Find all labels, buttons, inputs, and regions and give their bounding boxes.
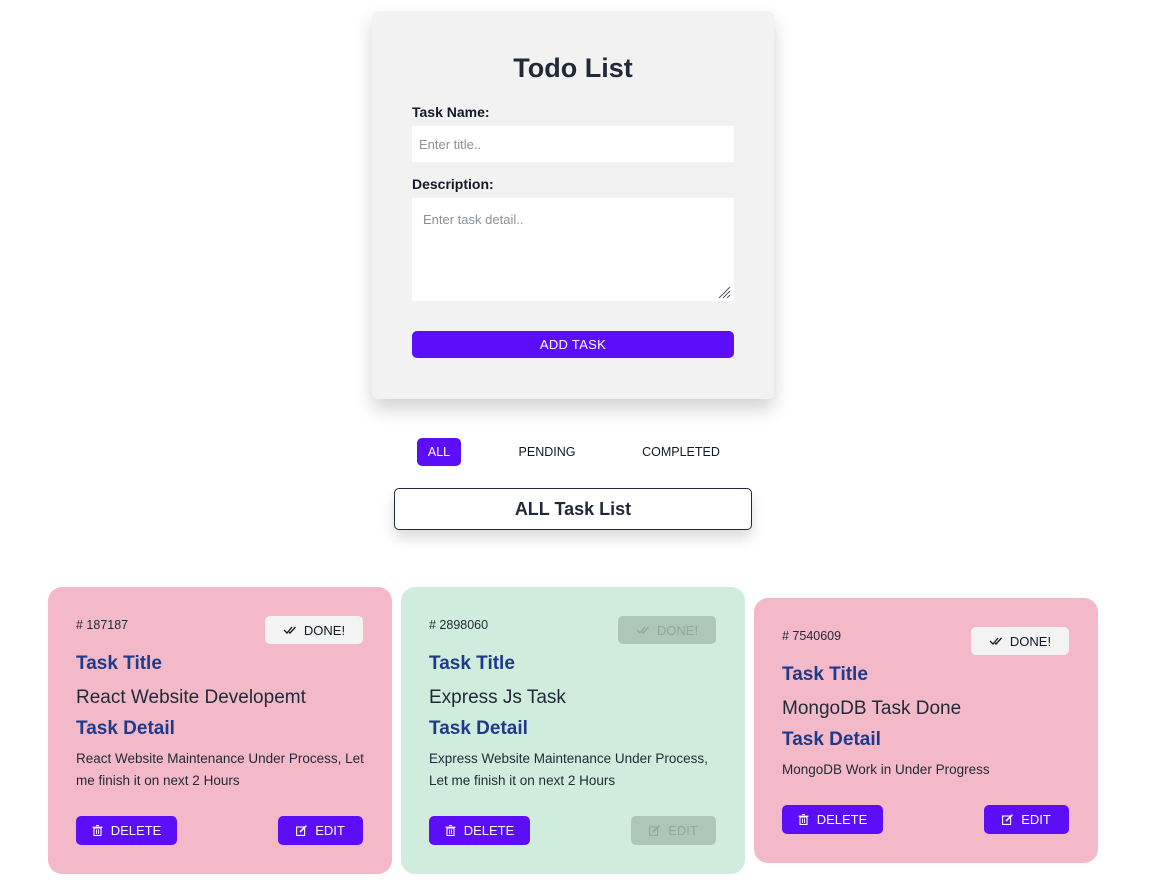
delete-button-label: DELETE [463, 823, 515, 838]
task-detail-heading: Task Detail [76, 718, 175, 739]
task-detail: MongoDB Work in Under Progress [782, 762, 990, 777]
trash-icon [445, 825, 456, 836]
task-card: # 7540609 DONE! Task Title MongoDB Task … [754, 598, 1098, 863]
task-title: React Website Developemt [76, 687, 306, 708]
done-button-label: DONE! [656, 622, 699, 638]
task-detail: React Website Maintenance Under Process,… [76, 751, 364, 788]
task-name-label: Task Name: [412, 104, 490, 120]
edit-square-icon [1002, 814, 1014, 825]
task-detail-heading: Task Detail [429, 718, 528, 739]
edit-button: EDIT [631, 816, 716, 845]
task-detail: Express Website Maintenance Under Proces… [429, 751, 708, 788]
task-title-heading: Task Title [782, 664, 868, 685]
task-list-heading: ALL Task List [394, 488, 752, 530]
edit-button-label: EDIT [1021, 812, 1051, 827]
edit-square-icon [649, 825, 661, 836]
done-button-label: DONE! [1009, 633, 1052, 649]
task-detail-heading: Task Detail [782, 729, 881, 750]
edit-button-label: EDIT [668, 823, 698, 838]
delete-button[interactable]: DELETE [76, 816, 177, 845]
delete-button[interactable]: DELETE [782, 805, 883, 834]
task-id: # 187187 [76, 618, 129, 632]
resize-grip-icon[interactable] [717, 285, 731, 299]
delete-button-label: DELETE [110, 823, 162, 838]
filter-tab-pending[interactable]: PENDING [511, 438, 583, 466]
task-id: # 7540609 [782, 629, 842, 643]
done-button[interactable]: DONE! [971, 627, 1069, 655]
delete-button-label: DELETE [816, 812, 868, 827]
task-title: MongoDB Task Done [782, 698, 962, 719]
double-check-icon [283, 626, 296, 634]
done-button-label: DONE! [303, 622, 346, 638]
task-name-input[interactable] [412, 126, 734, 162]
page-title: Todo List [513, 53, 633, 83]
task-id: # 2898060 [429, 618, 489, 632]
description-textarea[interactable] [412, 198, 734, 301]
edit-button-label: EDIT [315, 823, 345, 838]
todo-form-card: Todo List Task Name: Description: ADD TA… [372, 11, 774, 399]
double-check-icon [989, 637, 1002, 645]
description-label: Description: [412, 176, 494, 192]
task-card: # 187187 DONE! Task Title React Website … [48, 587, 392, 874]
task-title-heading: Task Title [429, 653, 515, 674]
delete-button[interactable]: DELETE [429, 816, 530, 845]
task-card: # 2898060 DONE! Task Title Express Js Ta… [401, 587, 745, 874]
filter-tab-completed[interactable]: COMPLETED [636, 438, 726, 466]
done-button[interactable]: DONE! [265, 616, 363, 644]
done-button: DONE! [618, 616, 716, 644]
edit-button[interactable]: EDIT [984, 805, 1069, 834]
filter-tab-all[interactable]: ALL [417, 438, 461, 466]
edit-button[interactable]: EDIT [278, 816, 363, 845]
task-title: Express Js Task [429, 687, 566, 708]
edit-square-icon [296, 825, 308, 836]
trash-icon [92, 825, 103, 836]
double-check-icon [636, 626, 649, 634]
add-task-button[interactable]: ADD TASK [412, 331, 734, 358]
trash-icon [798, 814, 809, 825]
task-title-heading: Task Title [76, 653, 162, 674]
